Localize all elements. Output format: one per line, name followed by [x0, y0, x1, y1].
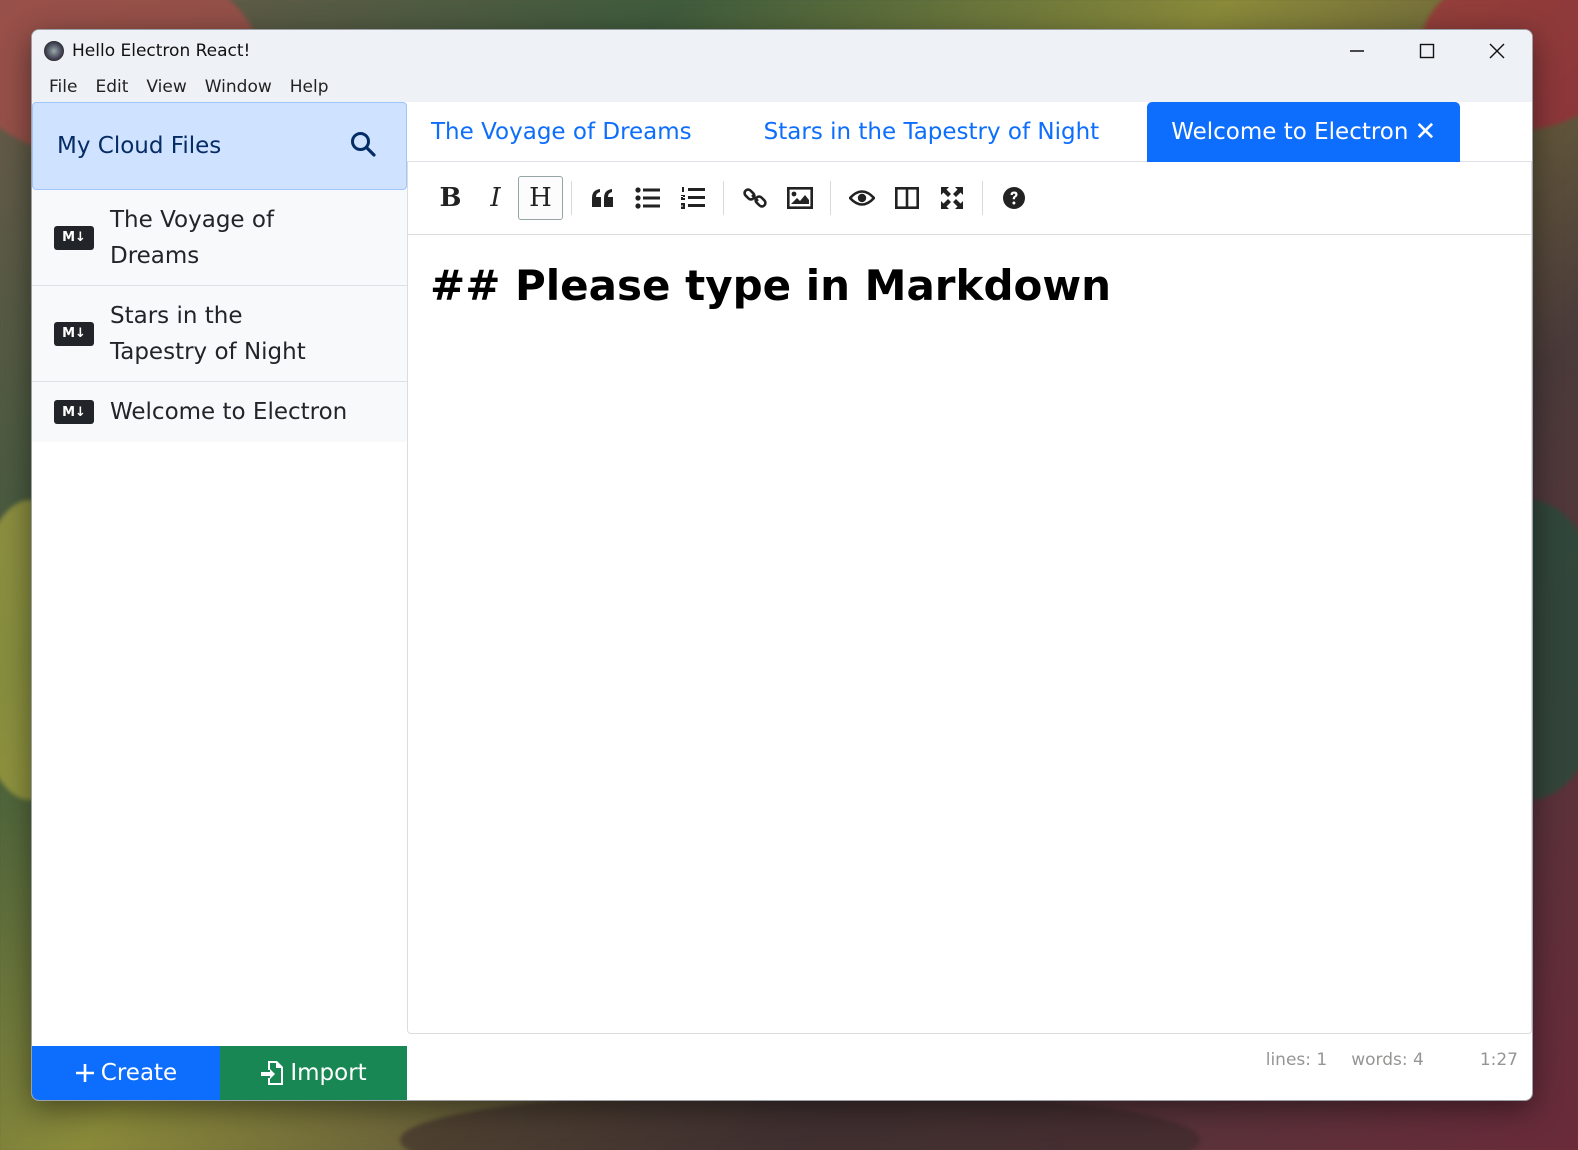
app-window: Hello Electron React! File Edit View Win…: [31, 29, 1533, 1101]
toolbar-separator: [571, 181, 572, 215]
side-by-side-button[interactable]: [884, 176, 929, 220]
link-button[interactable]: [732, 176, 777, 220]
maximize-button[interactable]: [1392, 30, 1462, 72]
markdown-editor: B I H ## Please type in Markdown: [407, 162, 1532, 1034]
window-title: Hello Electron React!: [72, 41, 251, 61]
editor-content-line: ## Please type in Markdown: [430, 261, 1112, 310]
link-icon: [742, 188, 767, 208]
toolbar-separator: [982, 181, 983, 215]
quote-button[interactable]: [580, 176, 625, 220]
sidebar: My Cloud Files M↓ The Voyage of Dreams M…: [32, 102, 407, 1100]
minimize-button[interactable]: [1322, 30, 1392, 72]
status-cursor: 1:27: [1479, 1050, 1518, 1070]
preview-button[interactable]: [839, 176, 884, 220]
toolbar-separator: [830, 181, 831, 215]
window-controls: [1322, 30, 1532, 72]
menu-bar: File Edit View Window Help: [32, 72, 1532, 102]
tab-welcome-electron[interactable]: Welcome to Electron ✕: [1147, 102, 1461, 162]
toolbar-separator: [723, 181, 724, 215]
editor-text-area[interactable]: ## Please type in Markdown: [408, 235, 1531, 336]
maximize-icon: [1419, 43, 1435, 59]
list-ol-icon: [680, 187, 705, 209]
bold-icon: B: [439, 183, 462, 213]
sidebar-title: My Cloud Files: [57, 133, 222, 159]
main-panel: The Voyage of Dreams Stars in the Tapest…: [407, 102, 1532, 1100]
heading-icon: H: [529, 183, 552, 213]
app-content: My Cloud Files M↓ The Voyage of Dreams M…: [32, 102, 1532, 1100]
editor-toolbar: B I H: [408, 162, 1531, 235]
ordered-list-button[interactable]: [670, 176, 715, 220]
menu-file[interactable]: File: [40, 77, 86, 97]
create-button[interactable]: Create: [32, 1046, 220, 1100]
bold-button[interactable]: B: [428, 176, 473, 220]
columns-icon: [894, 187, 919, 209]
help-button[interactable]: [991, 176, 1036, 220]
close-icon: [1489, 43, 1505, 59]
title-bar: Hello Electron React!: [32, 30, 1532, 72]
close-tab-icon[interactable]: ✕: [1414, 117, 1436, 147]
menu-view[interactable]: View: [137, 77, 195, 97]
file-import-icon: [261, 1061, 284, 1085]
plus-icon: [75, 1064, 94, 1082]
file-name: Welcome to Electron: [110, 399, 348, 425]
menu-help[interactable]: Help: [281, 77, 338, 97]
menu-edit[interactable]: Edit: [86, 77, 137, 97]
status-words: words: 4: [1351, 1050, 1424, 1070]
close-window-button[interactable]: [1462, 30, 1532, 72]
tab-bar: The Voyage of Dreams Stars in the Tapest…: [407, 102, 1532, 162]
editor-statusbar: lines: 1 words: 4 1:27: [1266, 1050, 1518, 1070]
image-icon: [786, 187, 813, 209]
search-icon: [351, 132, 376, 157]
minimize-icon: [1350, 50, 1364, 52]
sidebar-header: My Cloud Files: [32, 102, 407, 190]
markdown-icon: M↓: [54, 321, 94, 346]
markdown-icon: M↓: [54, 225, 94, 250]
italic-icon: I: [490, 183, 501, 213]
image-button[interactable]: [777, 176, 822, 220]
markdown-icon: M↓: [54, 400, 94, 424]
question-circle-icon: [1002, 187, 1025, 209]
menu-window[interactable]: Window: [196, 77, 281, 97]
app-icon: [44, 41, 64, 61]
file-name: Stars in the Tapestry of Night: [110, 302, 306, 365]
import-button[interactable]: Import: [220, 1046, 407, 1100]
fullscreen-icon: [940, 187, 963, 209]
file-list-item[interactable]: M↓ Stars in the Tapestry of Night: [32, 286, 407, 382]
list-ul-icon: [634, 187, 660, 209]
tab-stars-tapestry[interactable]: Stars in the Tapestry of Night: [740, 102, 1124, 162]
eye-icon: [848, 190, 875, 206]
unordered-list-button[interactable]: [625, 176, 670, 220]
quote-icon: [591, 189, 613, 207]
tab-voyage-of-dreams[interactable]: The Voyage of Dreams: [407, 102, 716, 162]
status-lines: lines: 1: [1265, 1050, 1328, 1070]
tab-label: Welcome to Electron: [1171, 119, 1409, 145]
fullscreen-button[interactable]: [929, 176, 974, 220]
search-button[interactable]: [350, 131, 376, 161]
heading-button[interactable]: H: [518, 176, 563, 220]
file-list-item[interactable]: M↓ The Voyage of Dreams: [32, 190, 407, 286]
create-label: Create: [100, 1060, 178, 1086]
sidebar-footer: Create Import: [32, 1046, 407, 1100]
italic-button[interactable]: I: [473, 176, 518, 220]
import-label: Import: [290, 1060, 367, 1086]
file-name: The Voyage of Dreams: [110, 206, 275, 269]
file-list-item[interactable]: M↓ Welcome to Electron: [32, 382, 407, 442]
